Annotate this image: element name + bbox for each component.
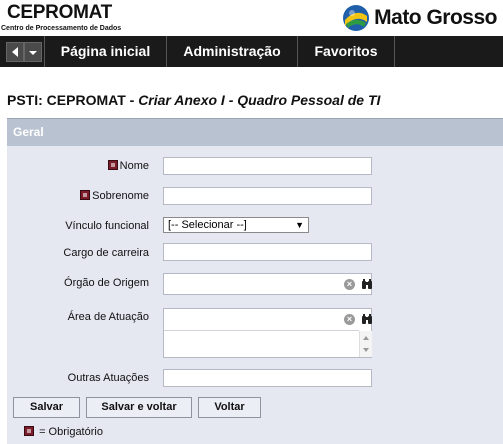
nav-item-favoritos[interactable]: Favoritos: [297, 36, 395, 67]
sobrenome-input[interactable]: [163, 187, 372, 205]
page-title-prefix: PSTI: CEPROMAT -: [7, 92, 139, 108]
area-label: Área de Atuação: [67, 311, 149, 323]
back-button[interactable]: Voltar: [198, 397, 261, 418]
binoculars-icon[interactable]: [361, 278, 373, 290]
sobrenome-label: Sobrenome: [80, 190, 149, 202]
nome-input[interactable]: [163, 157, 372, 175]
orgao-input[interactable]: [163, 273, 372, 295]
org-logo-title: CEPROMAT: [7, 2, 112, 23]
save-and-back-button[interactable]: Salvar e voltar: [86, 397, 192, 418]
vinculo-select[interactable]: [-- Selecionar --] ▼: [163, 217, 309, 233]
required-legend: = Obrigatório: [24, 426, 103, 438]
cargo-label: Cargo de carreira: [63, 247, 149, 259]
nav-menu-button[interactable]: [24, 42, 42, 62]
save-button[interactable]: Salvar: [13, 397, 80, 418]
brand-logo: Mato Grosso: [342, 4, 497, 32]
dropdown-arrow-icon: ▼: [295, 220, 304, 230]
section-header-geral: Geral: [7, 118, 503, 147]
page-title-action: Criar Anexo I - Quadro Pessoal de TI: [138, 92, 381, 108]
vinculo-selected-value: [-- Selecionar --]: [168, 219, 247, 231]
brand-emblem-icon: [343, 5, 370, 31]
outras-label: Outras Atuações: [67, 372, 149, 384]
nome-label: Nome: [107, 160, 149, 172]
chevron-down-icon: [29, 51, 37, 55]
nav-item-administracao[interactable]: Administração: [166, 36, 297, 67]
cargo-input[interactable]: [163, 243, 372, 261]
nav-item-pagina-inicial[interactable]: Página inicial: [44, 36, 166, 67]
nav-back-button[interactable]: [6, 42, 24, 62]
main-navbar: Página inicial Administração Favoritos: [0, 36, 503, 67]
scroll-up-icon[interactable]: [360, 332, 372, 344]
app-header: CEPROMAT Centro de Processamento de Dado…: [0, 0, 503, 36]
arrow-left-icon: [12, 47, 18, 57]
clear-icon[interactable]: ×: [344, 279, 355, 290]
required-icon: [24, 426, 34, 436]
clear-icon[interactable]: ×: [344, 314, 355, 325]
scroll-down-icon[interactable]: [360, 344, 372, 356]
outras-input[interactable]: [163, 369, 372, 387]
org-logo-subtitle: Centro de Processamento de Dados: [1, 25, 122, 32]
required-icon: [107, 160, 118, 170]
area-listbox[interactable]: [163, 308, 372, 358]
orgao-label: Órgão de Origem: [64, 277, 149, 289]
brand-name: Mato Grosso: [374, 6, 497, 29]
binoculars-icon[interactable]: [361, 313, 373, 325]
listbox-divider: [164, 330, 359, 331]
section-title: Geral: [13, 125, 44, 139]
required-legend-text: = Obrigatório: [39, 426, 103, 438]
vinculo-label: Vínculo funcional: [65, 220, 149, 232]
listbox-scrollbar[interactable]: [359, 331, 372, 357]
page-title: PSTI: CEPROMAT - Criar Anexo I - Quadro …: [7, 92, 380, 108]
required-icon: [80, 190, 91, 200]
